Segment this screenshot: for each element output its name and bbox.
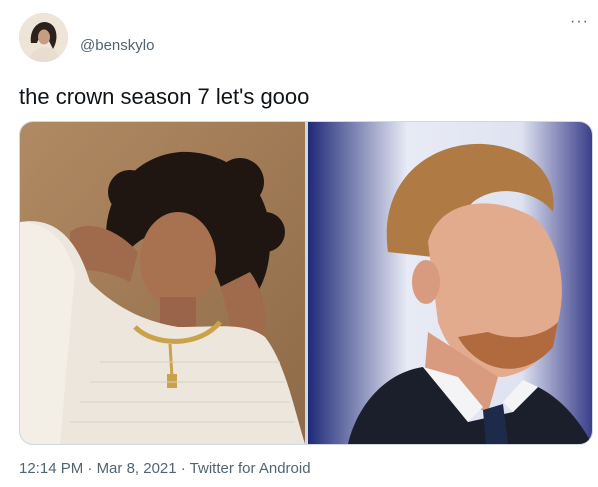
profile-photo-icon [19, 13, 68, 62]
more-options-icon[interactable]: ··· [570, 14, 589, 30]
tweet-media[interactable] [19, 121, 593, 445]
author-handle[interactable]: @benskylo [80, 37, 154, 54]
tweet-card: @benskylo ··· the crown season 7 let's g… [0, 0, 598, 487]
tweet-time[interactable]: 12:14 PM [19, 460, 83, 477]
meta-separator: · [83, 460, 97, 477]
meta-separator: · [176, 460, 190, 477]
tweet-text: the crown season 7 let's gooo [19, 84, 310, 109]
avatar[interactable] [19, 13, 68, 62]
photo-man-red-hair-suit[interactable] [308, 122, 592, 444]
tweet-meta: 12:14 PM · Mar 8, 2021 · Twitter for And… [19, 460, 311, 477]
photo-woman-curly-hair[interactable] [20, 122, 305, 444]
tweet-source[interactable]: Twitter for Android [190, 460, 311, 477]
tweet-date[interactable]: Mar 8, 2021 [97, 460, 177, 477]
